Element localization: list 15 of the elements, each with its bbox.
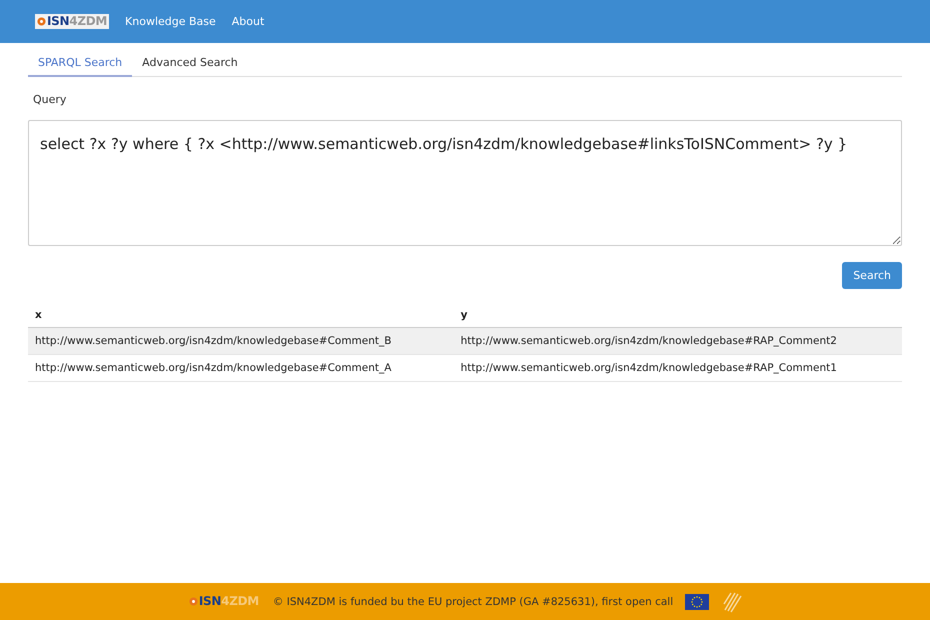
table-cell: http://www.semanticweb.org/isn4zdm/knowledgebase#Comment_B <box>28 328 454 354</box>
table-cell: http://www.semanticweb.org/isn4zdm/knowledgebase#Comment_A <box>28 354 454 382</box>
query-field[interactable]: select ?x ?y where { ?x <http://www.semanticweb.org/isn4zdm/knowledgebase#linksToISNComment> ?y } <box>28 120 902 246</box>
table-cell: http://www.semanticweb.org/isn4zdm/knowledgebase#RAP_Comment1 <box>454 354 902 382</box>
field-label: Query <box>33 93 68 106</box>
table-cell: http://www.semanticweb.org/isn4zdm/knowledgebase#RAP_Comment2 <box>454 328 902 354</box>
footer-text: © ISN4ZDM is funded bu the EU project ZDMP (GA #825631), first open call <box>272 596 674 608</box>
footer-logo: ISN4ZDM <box>186 594 261 609</box>
search-button[interactable]: Search <box>842 262 902 289</box>
tab[interactable]: Advanced Search <box>132 49 248 77</box>
nav-link[interactable]: About <box>232 15 264 28</box>
eu-flag-icon <box>685 594 710 610</box>
nav-link[interactable]: Knowledge Base <box>125 15 216 28</box>
nav-logo[interactable]: ISN4ZDM <box>35 14 110 29</box>
tab[interactable]: SPARQL Search <box>28 49 132 77</box>
